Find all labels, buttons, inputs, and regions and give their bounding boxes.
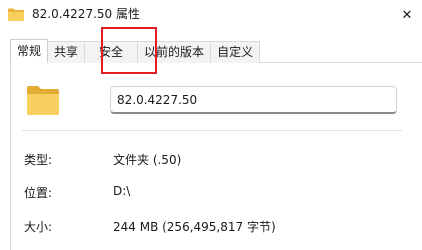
divider xyxy=(22,130,402,131)
title-bar[interactable]: 82.0.4227.50 属性 ✕ xyxy=(0,0,422,30)
location-label: 位置: xyxy=(24,186,53,200)
tab-customize[interactable]: 自定义 xyxy=(210,41,261,63)
type-label: 类型: xyxy=(24,153,53,167)
tab-strip: 常规 共享 安全 以前的版本 自定义 xyxy=(10,39,261,63)
size-value: 244 MB (256,495,817 字节) xyxy=(113,220,276,234)
type-value: 文件夹 (.50) xyxy=(113,153,182,167)
tab-sharing[interactable]: 共享 xyxy=(47,41,86,63)
folder-icon xyxy=(8,8,24,21)
tab-previous-versions[interactable]: 以前的版本 xyxy=(137,41,212,63)
tab-general[interactable]: 常规 xyxy=(10,39,49,63)
size-label: 大小: xyxy=(24,220,53,234)
location-value: D:\ xyxy=(113,184,131,198)
close-icon: ✕ xyxy=(401,7,413,23)
window-title: 82.0.4227.50 属性 xyxy=(32,7,140,21)
properties-window: 82.0.4227.50 属性 ✕ 常规 共享 安全 以前的版本 自定义 类型:… xyxy=(0,0,422,250)
close-button[interactable]: ✕ xyxy=(392,0,422,30)
folder-icon xyxy=(27,86,59,115)
tab-security[interactable]: 安全 xyxy=(84,41,139,63)
folder-name-input[interactable] xyxy=(110,86,397,114)
